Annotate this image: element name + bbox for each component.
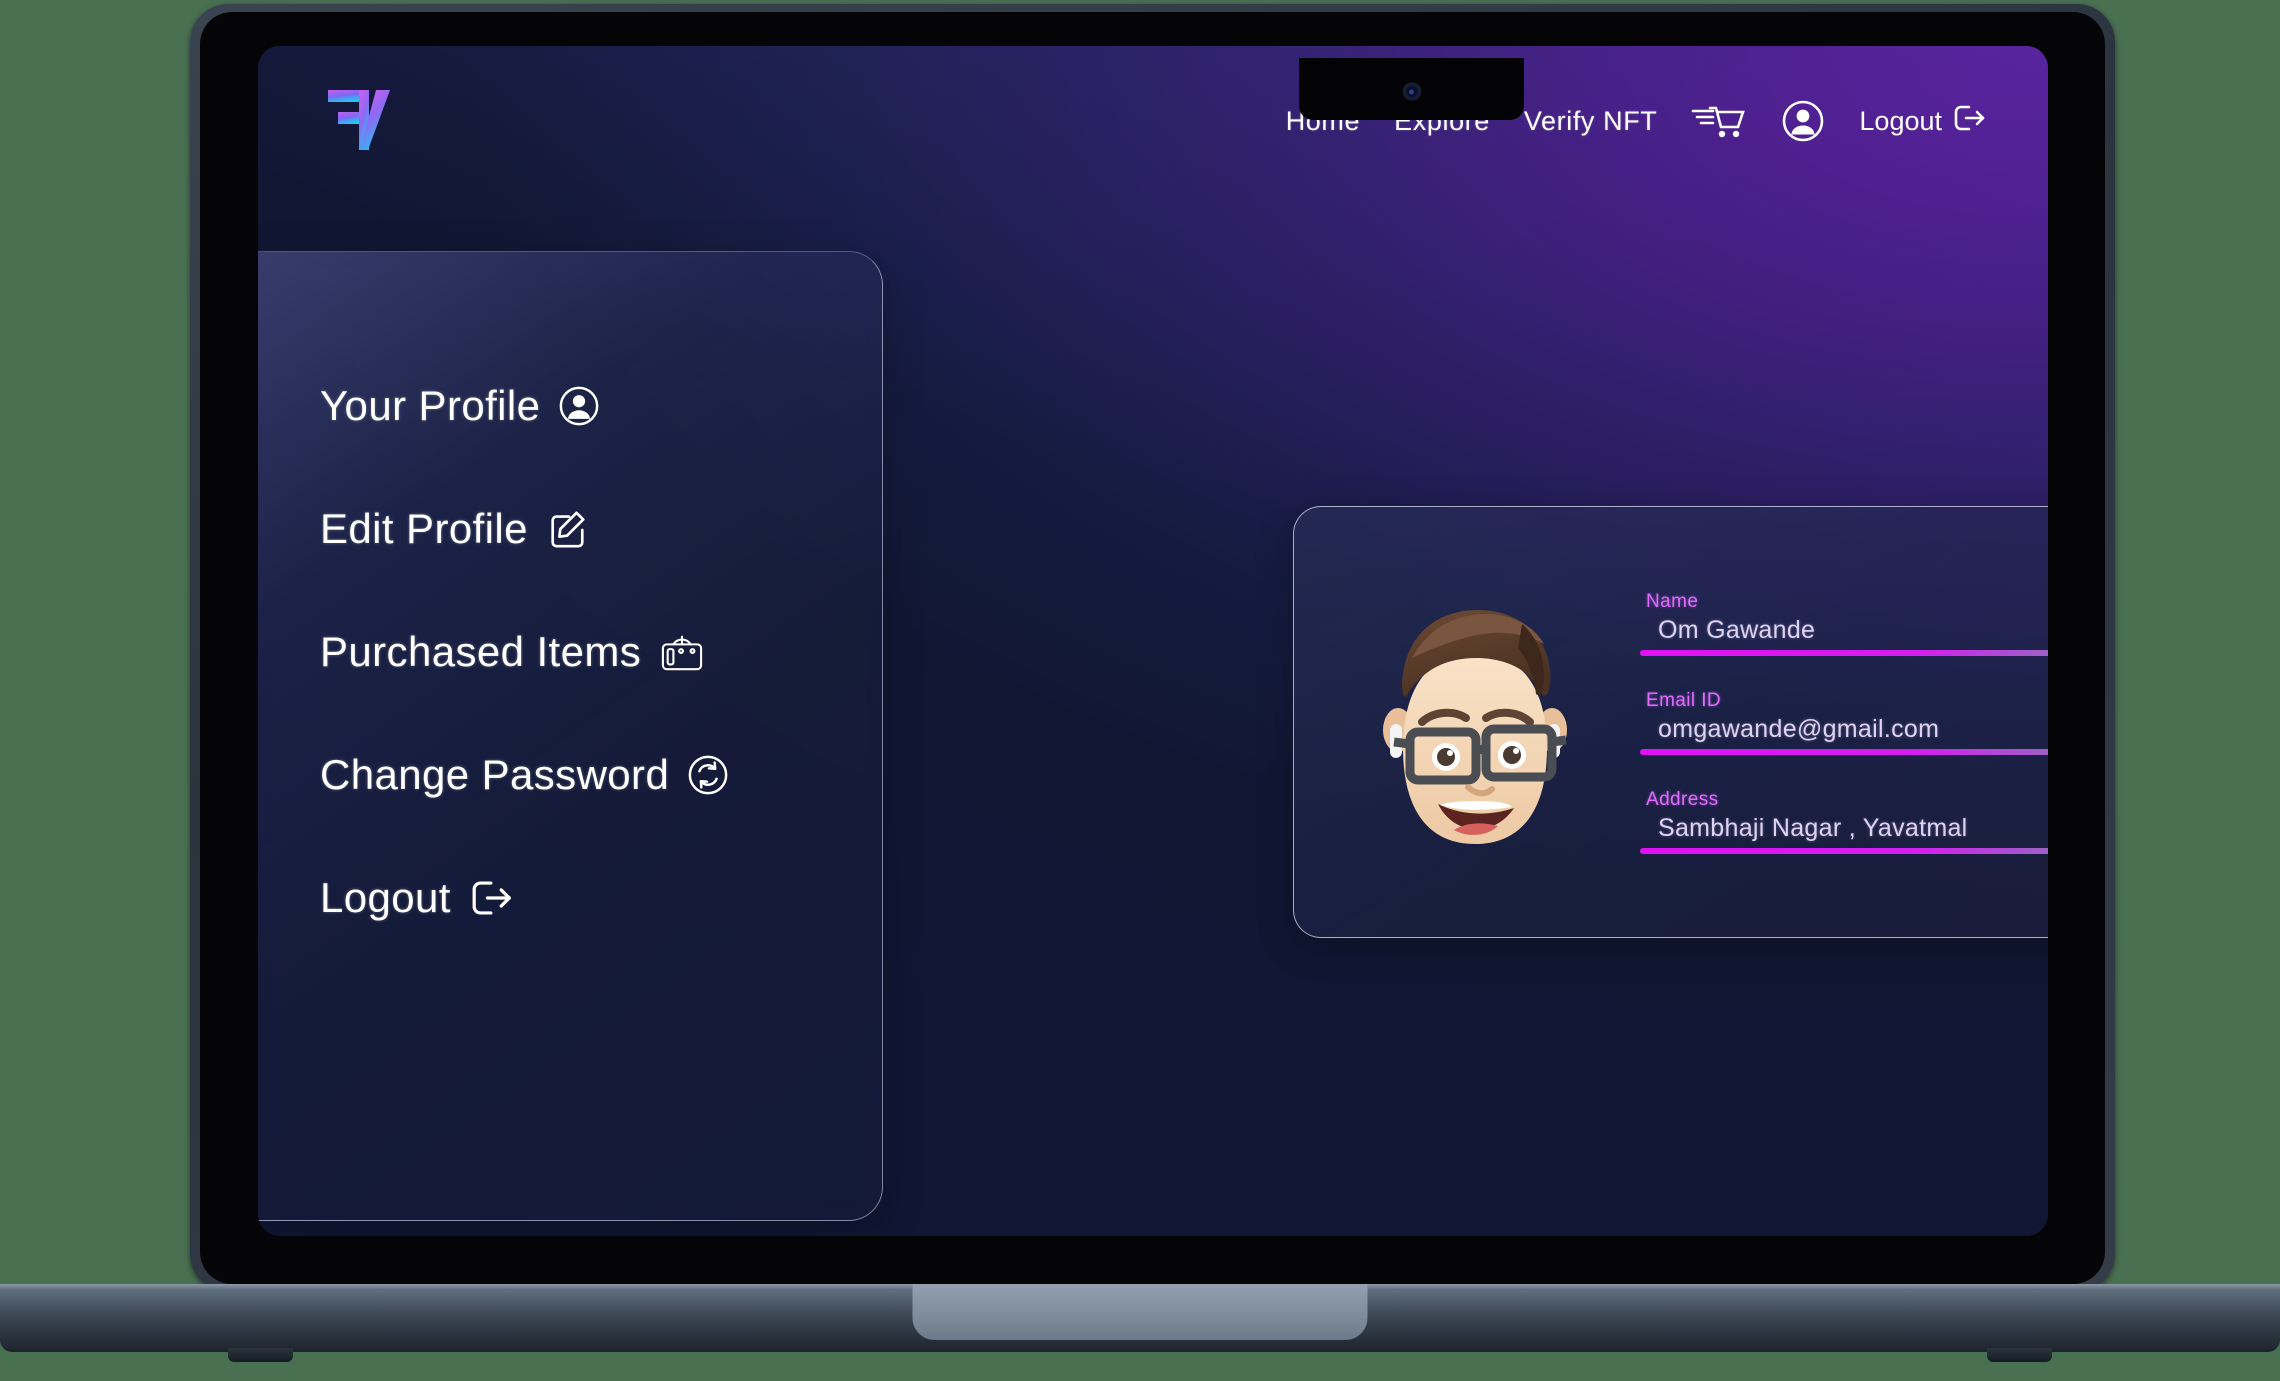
brand-logo-icon[interactable] (326, 78, 418, 164)
sidebar-item-purchased-items[interactable]: Purchased Items (320, 628, 860, 676)
sign-out-icon (1952, 102, 1988, 141)
laptop-mockup: Home Explore Verify NFT Logout Your Prof… (0, 0, 2280, 1381)
field-underline (1640, 748, 2048, 755)
sidebar-item-your-profile[interactable]: Your Profile (320, 382, 860, 430)
field-label-email: Email ID (1646, 689, 1721, 711)
field-label-name: Name (1646, 590, 1699, 612)
avatar (1310, 572, 1640, 872)
briefcase-bag-icon (659, 631, 705, 673)
laptop-foot-left (228, 1348, 293, 1362)
field-value-email[interactable]: omgawande@gmail.com (1658, 715, 2048, 744)
sidebar-item-logout[interactable]: Logout (320, 874, 860, 922)
sign-out-icon (469, 877, 515, 919)
app-page: Home Explore Verify NFT Logout Your Prof… (258, 46, 2048, 1236)
sidebar-menu: Your Profile Edit Profile Purchased Item… (320, 382, 860, 922)
camera-icon (1404, 84, 1419, 99)
profile-sidebar: Your Profile Edit Profile Purchased Item… (258, 251, 883, 1221)
nav-logout-button[interactable]: Logout (1859, 102, 1988, 141)
field-underline (1640, 847, 2048, 854)
field-value-name[interactable]: Om Gawande (1658, 616, 2048, 645)
laptop-foot-right (1987, 1348, 2052, 1362)
refresh-circle-icon (687, 754, 729, 796)
user-circle-icon[interactable] (1781, 99, 1825, 143)
nav-link-verify-nft[interactable]: Verify NFT (1524, 106, 1658, 137)
sidebar-label-logout: Logout (320, 874, 451, 921)
field-name: Name Om Gawande (1640, 591, 2048, 656)
edit-pencil-square-icon (546, 508, 588, 550)
user-circle-icon (558, 385, 600, 427)
sidebar-label-edit-profile: Edit Profile (320, 505, 528, 552)
sidebar-label-your-profile: Your Profile (320, 382, 541, 429)
profile-card: Name Om Gawande Email ID omgawande@gmail… (1293, 506, 2048, 938)
field-value-address[interactable]: Sambhaji Nagar , Yavatmal (1658, 814, 2048, 843)
top-header: Home Explore Verify NFT Logout (258, 46, 2048, 196)
laptop-screen: Home Explore Verify NFT Logout Your Prof… (258, 46, 2048, 1236)
sidebar-item-edit-profile[interactable]: Edit Profile (320, 505, 860, 553)
field-email: Email ID omgawande@gmail.com (1640, 690, 2048, 755)
sidebar-label-purchased-items: Purchased Items (320, 628, 642, 675)
profile-fields: Name Om Gawande Email ID omgawande@gmail… (1640, 591, 2048, 854)
nav-logout-label: Logout (1859, 105, 1942, 136)
webcam-notch (1299, 58, 1524, 120)
field-underline (1640, 649, 2048, 656)
shopping-cart-icon[interactable] (1691, 101, 1747, 141)
field-address: Address Sambhaji Nagar , Yavatmal (1640, 789, 2048, 854)
laptop-base-notch (912, 1284, 1368, 1340)
sidebar-label-change-password: Change Password (320, 751, 670, 798)
field-label-address: Address (1646, 788, 1719, 810)
sidebar-item-change-password[interactable]: Change Password (320, 751, 860, 799)
